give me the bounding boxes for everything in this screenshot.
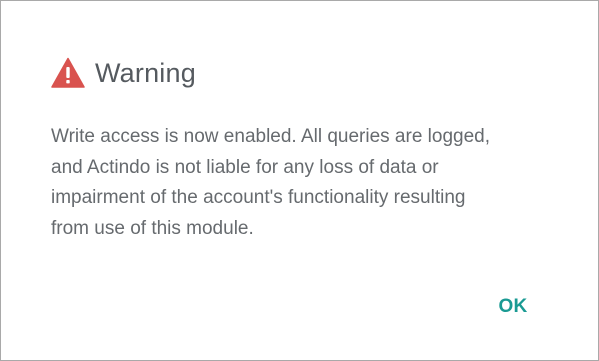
- dialog-header: Warning: [51, 57, 196, 89]
- message-line: from use of this module.: [51, 217, 254, 239]
- message-line: and Actindo is not liable for any loss o…: [51, 156, 439, 178]
- warning-triangle-icon: [51, 57, 85, 89]
- dialog-title: Warning: [95, 58, 196, 88]
- warning-dialog: Warning Write access is now enabled. All…: [0, 0, 599, 361]
- message-line: Write access is now enabled. All queries…: [51, 126, 491, 147]
- dialog-message: Write access is now enabled. All queries…: [51, 122, 551, 244]
- ok-button[interactable]: OK: [487, 291, 539, 323]
- message-line: impairment of the account's functionalit…: [51, 187, 466, 208]
